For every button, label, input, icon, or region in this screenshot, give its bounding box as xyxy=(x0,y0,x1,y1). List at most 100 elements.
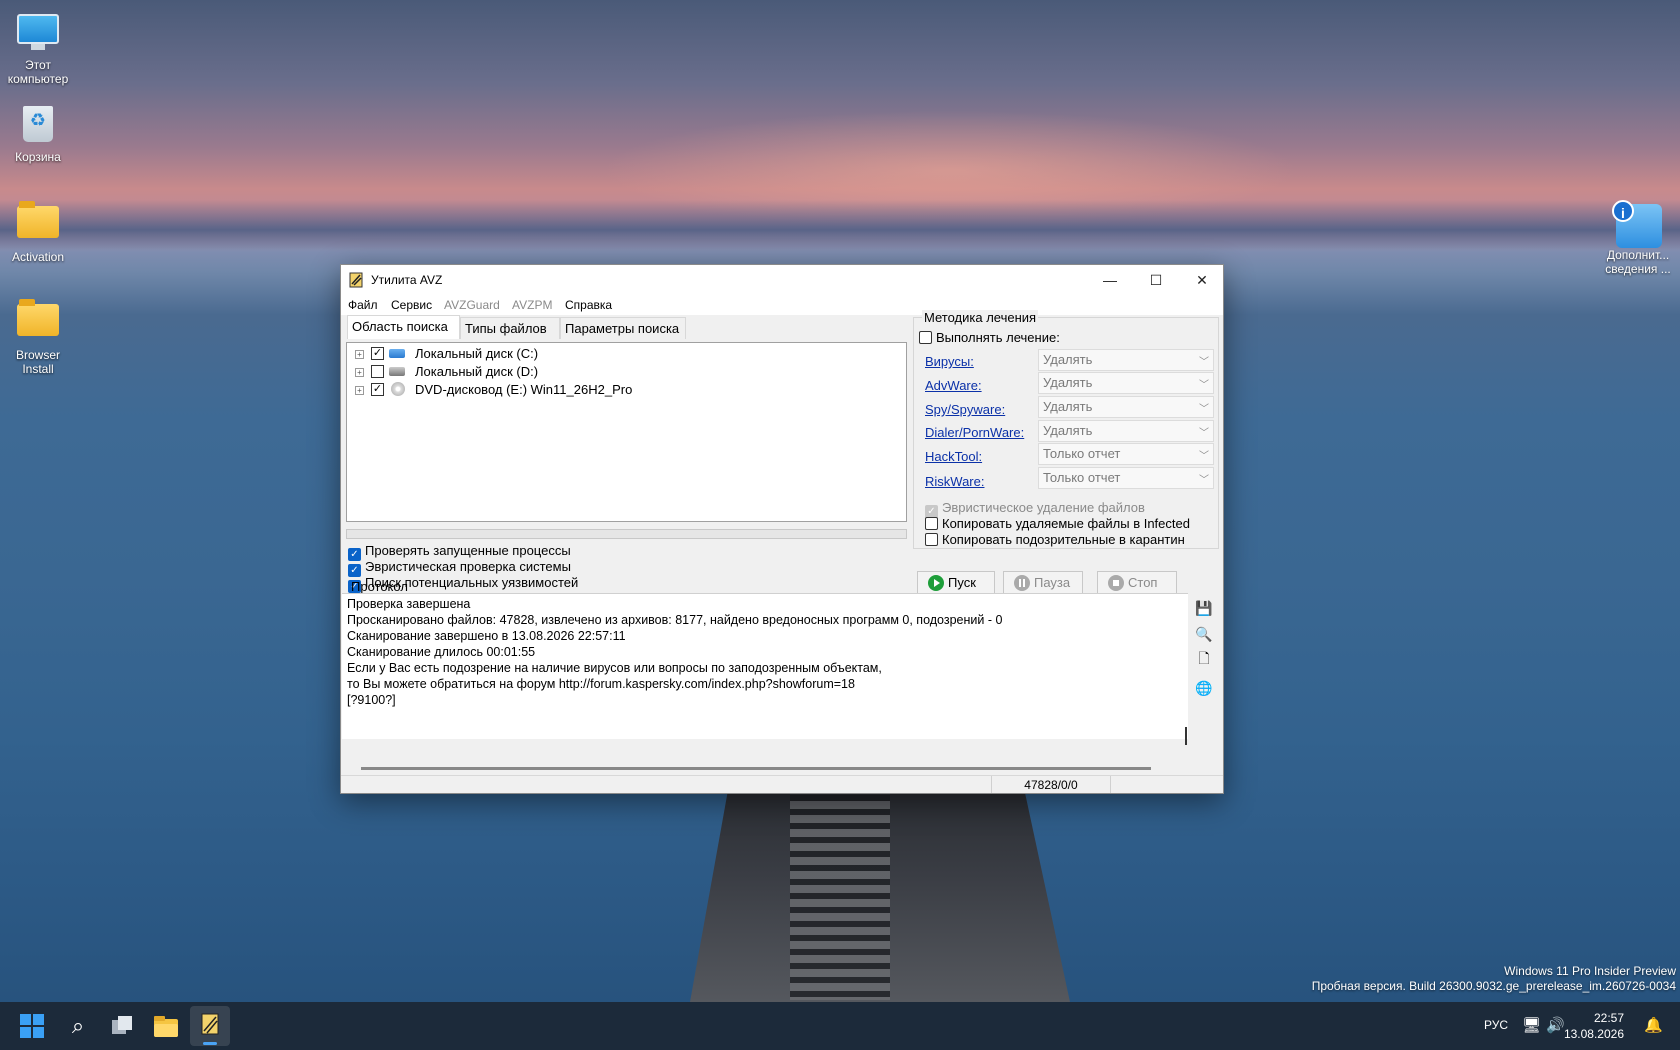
link-advware[interactable]: AdvWare: xyxy=(925,378,982,393)
log-vertical-scrollbar[interactable] xyxy=(1185,727,1187,745)
computer-icon xyxy=(16,14,60,54)
riskware-action-select[interactable]: Только отчет ﹀ xyxy=(1038,467,1214,489)
tree-item-label: Локальный диск (C:) xyxy=(415,346,539,361)
chevron-down-icon: ﹀ xyxy=(1199,428,1209,439)
tree-item-label: DVD-дисковод (E:) Win11_26H2_Pro xyxy=(415,382,633,397)
link-hacktool[interactable]: HackTool: xyxy=(925,449,982,464)
info-photo-icon: i xyxy=(1612,200,1662,248)
new-document-icon[interactable]: 🗋 xyxy=(1195,649,1213,667)
log-line: то Вы можете обратиться на форум http://… xyxy=(347,677,855,691)
windows-watermark: Windows 11 Pro Insider Preview Пробная в… xyxy=(1311,964,1676,993)
play-icon xyxy=(928,575,944,591)
close-button[interactable]: ✕ xyxy=(1179,265,1225,295)
menu-avzguard[interactable]: AVZGuard xyxy=(444,298,500,312)
pause-button[interactable]: Пауза xyxy=(1003,571,1083,595)
drive-e-checkbox[interactable]: ✓ xyxy=(371,383,384,396)
recycle-bin-icon xyxy=(16,106,60,146)
title-bar[interactable]: Утилита AVZ — ☐ ✕ xyxy=(341,265,1223,295)
log-line: Просканировано файлов: 47828, извлечено … xyxy=(347,613,1003,627)
pause-icon xyxy=(1014,575,1030,591)
expand-icon[interactable]: + xyxy=(355,368,364,377)
maximize-button[interactable]: ☐ xyxy=(1133,265,1179,295)
menu-avzpm[interactable]: AVZPM xyxy=(512,298,552,312)
menu-service[interactable]: Сервис xyxy=(391,298,432,312)
find-icon[interactable]: 🔍 xyxy=(1195,625,1213,643)
option-check-processes[interactable]: ✓ Проверять запущенные процессы xyxy=(348,543,571,561)
save-log-icon[interactable]: 💾 xyxy=(1195,599,1213,617)
scan-progress-bar xyxy=(346,529,907,539)
tab-search-area[interactable]: Область поиска xyxy=(347,315,460,339)
chevron-down-icon: ﹀ xyxy=(1199,475,1209,486)
drive-d-checkbox[interactable] xyxy=(371,365,384,378)
link-riskware[interactable]: RiskWare: xyxy=(925,474,984,489)
link-dialer[interactable]: Dialer/PornWare: xyxy=(925,425,1024,440)
search-icon[interactable]: ⌕ xyxy=(62,1010,94,1042)
notifications-icon[interactable]: 🔔 xyxy=(1644,1016,1663,1034)
tree-item-label: Локальный диск (D:) xyxy=(415,364,539,379)
copy-quarantine-checkbox[interactable] xyxy=(925,533,938,546)
start-button[interactable]: Пуск xyxy=(917,571,995,595)
web-icon[interactable]: 🌐 xyxy=(1195,679,1213,697)
spyware-action-select[interactable]: Удалять ﹀ xyxy=(1038,396,1214,418)
status-bar: 47828/0/0 xyxy=(341,775,1223,793)
file-explorer-icon[interactable] xyxy=(150,1010,182,1042)
log-horizontal-scrollbar[interactable] xyxy=(361,767,1151,770)
clock[interactable]: 22:57 13.08.2026 xyxy=(1564,1010,1624,1042)
menu-help[interactable]: Справка xyxy=(565,298,612,312)
dvd-icon xyxy=(391,382,405,396)
windows-drive-icon xyxy=(389,349,405,358)
menu-bar: Файл Сервис AVZGuard AVZPM Справка xyxy=(341,295,1223,315)
tab-file-types[interactable]: Типы файлов xyxy=(460,317,560,339)
option-heuristic-check[interactable]: ✓ Эвристическая проверка системы xyxy=(348,559,571,577)
chevron-down-icon: ﹀ xyxy=(1199,404,1209,415)
protocol-label: Протокол xyxy=(351,579,408,594)
desktop-icon-extra-info[interactable]: i Дополнит... сведения ... xyxy=(1596,200,1680,276)
log-line: Сканирование длилось 00:01:55 xyxy=(347,645,536,659)
network-icon[interactable]: 🖥 xyxy=(1522,1016,1541,1034)
chevron-down-icon: ﹀ xyxy=(1199,451,1209,462)
avz-window: Утилита AVZ — ☐ ✕ Файл Сервис AVZGuard A… xyxy=(340,264,1224,794)
dialer-action-select[interactable]: Удалять ﹀ xyxy=(1038,420,1214,442)
copy-infected-checkbox[interactable] xyxy=(925,517,938,530)
window-title: Утилита AVZ xyxy=(371,273,443,287)
clock-date: 13.08.2026 xyxy=(1563,1027,1624,1041)
hacktool-action-select[interactable]: Только отчет ﹀ xyxy=(1038,443,1214,465)
desktop-icon-label: Browser Install xyxy=(15,348,60,376)
language-indicator[interactable]: РУС xyxy=(1484,1018,1508,1032)
chevron-down-icon: ﹀ xyxy=(1199,357,1209,368)
desktop-icon-recycle-bin[interactable]: Корзина xyxy=(0,104,76,164)
copy-infected-option[interactable]: Копировать удаляемые файлы в Infected xyxy=(925,516,1190,531)
viruses-action-select[interactable]: Удалять ﹀ xyxy=(1038,349,1214,371)
advware-action-select[interactable]: Удалять ﹀ xyxy=(1038,372,1214,394)
avz-taskbar-icon[interactable] xyxy=(190,1006,230,1046)
stop-icon xyxy=(1108,575,1124,591)
copy-quarantine-option[interactable]: Копировать подозрительные в карантин xyxy=(925,532,1185,547)
desktop-icon-this-pc[interactable]: Этот компьютер xyxy=(0,8,76,86)
desktop-icon-activation[interactable]: Activation xyxy=(0,200,76,264)
desktop-icon-label: Activation xyxy=(11,250,65,264)
protocol-log[interactable]: Проверка завершена Просканировано файлов… xyxy=(342,593,1188,739)
folder-icon xyxy=(16,201,60,246)
expand-icon[interactable]: + xyxy=(355,386,364,395)
drive-tree[interactable]: + ✓ Локальный диск (C:) + Локальный диск… xyxy=(346,342,907,522)
log-line: [?9100?] xyxy=(347,693,396,707)
tab-search-params[interactable]: Параметры поиска xyxy=(560,317,686,339)
link-spyware[interactable]: Spy/Spyware: xyxy=(925,402,1005,417)
link-viruses[interactable]: Вирусы: xyxy=(925,354,974,369)
task-view-icon[interactable] xyxy=(106,1010,138,1042)
start-button[interactable] xyxy=(16,1010,48,1042)
stop-button[interactable]: Стоп xyxy=(1097,571,1177,595)
perform-treatment-option[interactable]: Выполнять лечение: xyxy=(919,330,1060,345)
chevron-down-icon: ﹀ xyxy=(1199,380,1209,391)
perform-treatment-checkbox[interactable] xyxy=(919,331,932,344)
expand-icon[interactable]: + xyxy=(355,350,364,359)
folder-icon xyxy=(16,299,60,344)
menu-file[interactable]: Файл xyxy=(348,298,378,312)
log-line: Проверка завершена xyxy=(347,597,471,611)
drive-icon xyxy=(389,367,405,376)
drive-c-checkbox[interactable]: ✓ xyxy=(371,347,384,360)
volume-icon[interactable]: 🔊 xyxy=(1546,1016,1565,1034)
desktop-icon-browser-install[interactable]: Browser Install xyxy=(0,298,76,376)
minimize-button[interactable]: — xyxy=(1087,265,1133,295)
log-line: Если у Вас есть подозрение на наличие ви… xyxy=(347,661,882,675)
